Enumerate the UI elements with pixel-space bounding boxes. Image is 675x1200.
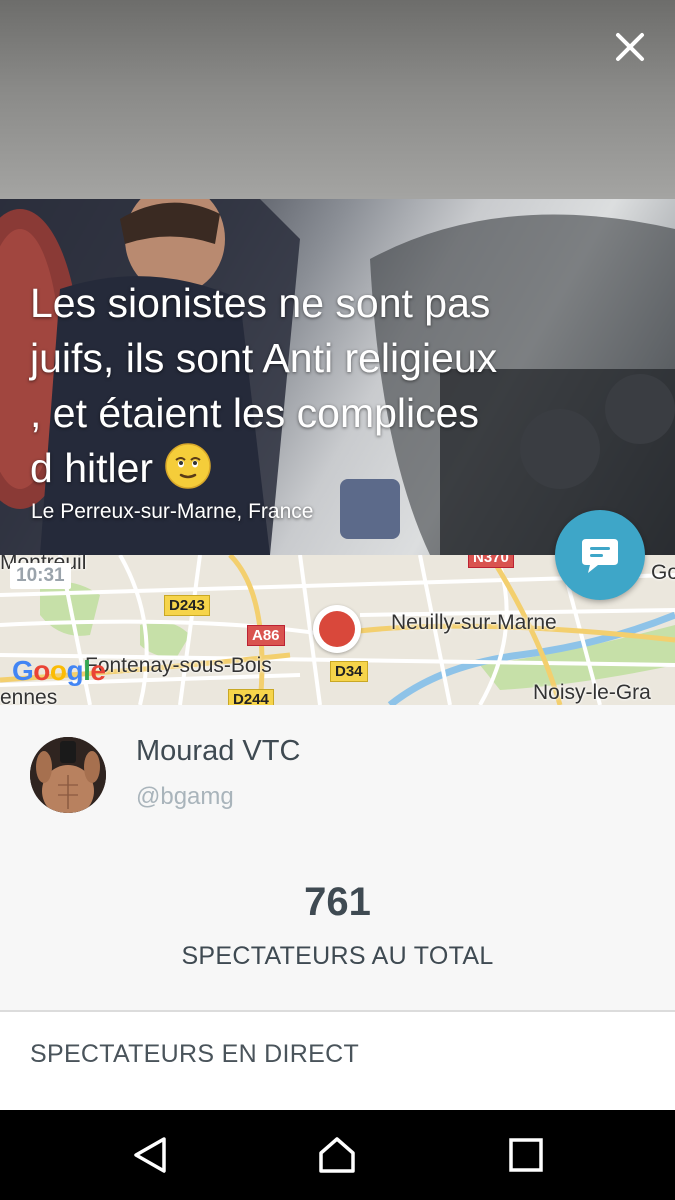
system-nav-bar	[0, 1110, 675, 1200]
nav-back-icon	[134, 1137, 166, 1173]
nav-recents-icon	[509, 1138, 543, 1172]
live-viewers-label: SPECTATEURS EN DIRECT	[30, 1040, 360, 1068]
map-place-go: Go	[651, 561, 675, 584]
video-backdrop	[0, 0, 675, 199]
chat-bubble-icon	[582, 539, 618, 573]
road-d243: D243	[164, 595, 210, 616]
nav-back-button[interactable]	[130, 1135, 170, 1175]
road-a86: A86	[247, 625, 285, 646]
map-place-fontenay: Fontenay-sous-Bois	[85, 654, 272, 677]
close-icon	[616, 33, 644, 61]
google-attribution: Google	[12, 655, 106, 686]
live-viewers-section[interactable]: SPECTATEURS EN DIRECT	[0, 1012, 675, 1110]
broadcast-time-badge: 10:31	[10, 563, 71, 589]
map-place-noisy: Noisy-le-Gra	[533, 681, 651, 704]
chat-button[interactable]	[555, 510, 645, 600]
broadcaster-handle[interactable]: @bgamg	[136, 783, 234, 811]
video-frame[interactable]: Les sionistes ne sont pas juifs, ils son…	[0, 199, 675, 555]
broadcaster-panel: Mourad VTC @bgamg 761 SPECTATEURS AU TOT…	[0, 705, 675, 1010]
map-location-pin	[313, 605, 361, 653]
broadcast-caption: Les sionistes ne sont pas juifs, ils son…	[30, 276, 510, 496]
map-place-neuilly: Neuilly-sur-Marne	[391, 611, 557, 634]
total-viewers-label: SPECTATEURS AU TOTAL	[181, 942, 494, 970]
avatar[interactable]	[30, 737, 106, 813]
nav-home-button[interactable]	[317, 1135, 357, 1175]
avatar-image	[30, 737, 106, 813]
road-n370: N370	[468, 555, 514, 568]
nav-home-icon	[319, 1137, 355, 1173]
broadcast-location: Le Perreux-sur-Marne, France	[31, 500, 314, 523]
nav-recents-button[interactable]	[506, 1135, 546, 1175]
total-viewers-count: 761	[304, 880, 371, 924]
caption-text: Les sionistes ne sont pas juifs, ils son…	[30, 280, 498, 491]
broadcaster-name[interactable]: Mourad VTC	[136, 735, 300, 768]
road-d34: D34	[330, 661, 368, 682]
close-button[interactable]	[608, 25, 652, 69]
map-place-ennes: ennes	[0, 686, 58, 705]
road-d244: D244	[228, 689, 274, 705]
relieved-face-emoji-icon	[165, 443, 212, 489]
